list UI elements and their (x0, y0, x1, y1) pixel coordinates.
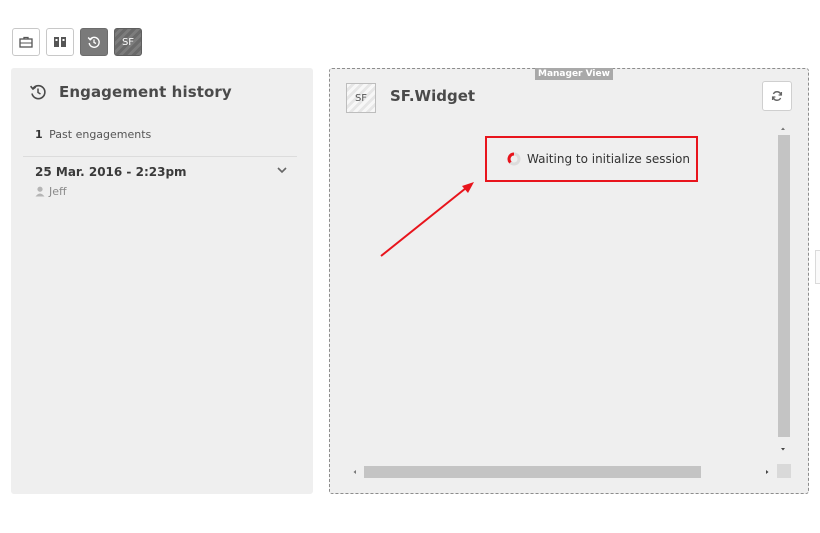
briefcase-icon (19, 36, 33, 48)
session-status-text: Waiting to initialize session (527, 152, 690, 166)
scroll-right-arrow-icon[interactable] (762, 466, 772, 478)
scroll-left-arrow-icon[interactable] (350, 466, 360, 478)
session-status-highlight: Waiting to initialize session (485, 136, 698, 182)
scroll-down-arrow-icon[interactable] (777, 444, 789, 454)
past-count-value: 1 (35, 128, 43, 141)
agent-name: Jeff (49, 185, 67, 198)
chevron-down-icon[interactable] (277, 167, 287, 174)
team-icon (54, 37, 66, 47)
engagement-date: 25 Mar. 2016 - 2:23pm (35, 165, 187, 179)
refresh-icon (771, 91, 783, 101)
history-icon (29, 84, 46, 100)
toolbar-history-button[interactable] (80, 28, 108, 56)
side-drawer-handle[interactable] (815, 250, 820, 284)
loading-spinner-icon (507, 152, 521, 166)
vertical-scrollbar-thumb[interactable] (778, 135, 790, 437)
past-engagements-count: 1 Past engagements (35, 128, 151, 141)
history-header: Engagement history (29, 83, 232, 101)
toolbar-briefcase-button[interactable] (12, 28, 40, 56)
widget-icon-label: SF (354, 92, 368, 104)
past-count-label: Past engagements (49, 128, 152, 141)
manager-view-badge: Manager View (535, 68, 613, 80)
sf-widget-icon: SF (121, 36, 135, 48)
engagement-list-item[interactable]: 25 Mar. 2016 - 2:23pm Jeff (35, 165, 287, 198)
engagement-agent: Jeff (35, 185, 287, 198)
scrollbar-corner (777, 464, 791, 478)
history-icon (87, 36, 100, 48)
widget-title: SF.Widget (390, 87, 476, 105)
view-toolbar: SF (12, 28, 142, 56)
toolbar-sf-widget-button[interactable]: SF (114, 28, 142, 56)
divider (23, 156, 297, 157)
horizontal-scrollbar-thumb[interactable] (364, 466, 701, 478)
sf-widget-panel: Manager View SF SF.Widget Waiting to ini… (329, 68, 809, 494)
toolbar-team-button[interactable] (46, 28, 74, 56)
sf-widget-icon: SF (346, 83, 376, 113)
history-title: Engagement history (59, 83, 232, 101)
refresh-button[interactable] (762, 81, 792, 111)
engagement-history-panel: Engagement history 1 Past engagements 25… (11, 68, 313, 494)
user-icon (35, 186, 45, 197)
scroll-up-arrow-icon[interactable] (777, 124, 789, 134)
